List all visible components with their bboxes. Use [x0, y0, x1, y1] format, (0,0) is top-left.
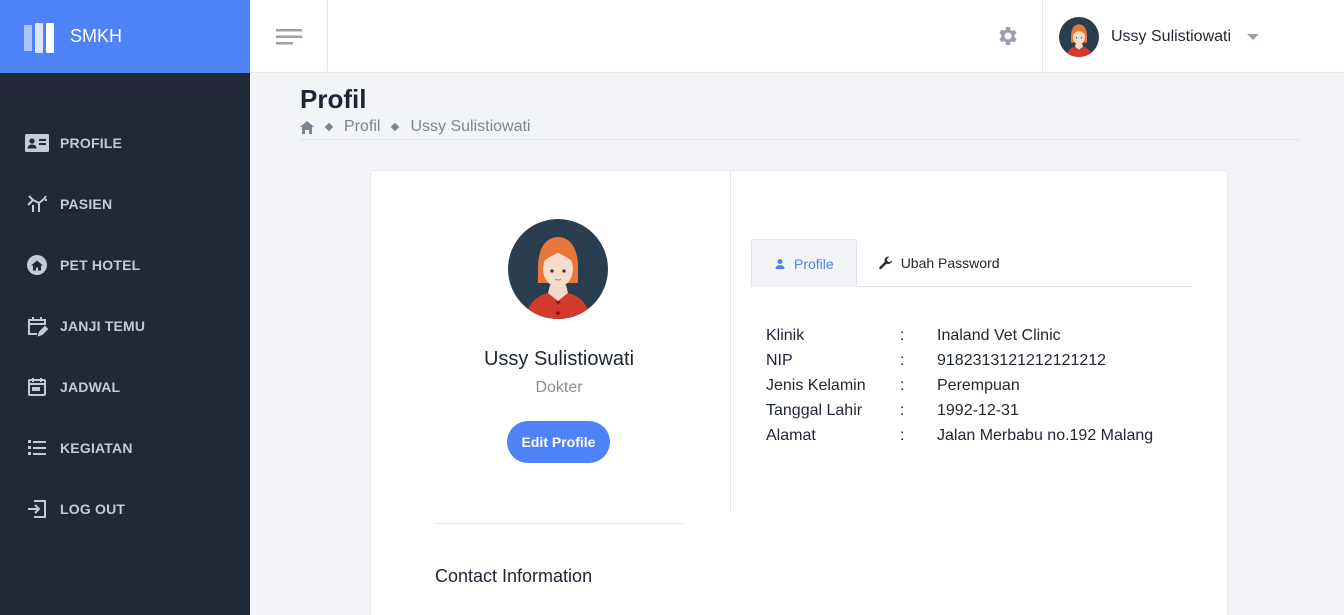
- top-bar: Ussy Sulistiowati: [250, 0, 1344, 73]
- sidebar: SMKH PROFILE PASIEN PET HOTEL JANJI TEMU: [0, 0, 250, 615]
- pet-icon: [25, 192, 49, 216]
- detail-separator: :: [900, 351, 905, 369]
- detail-separator: :: [900, 401, 905, 419]
- sidebar-item-label: PASIEN: [60, 195, 113, 212]
- avatar: [1059, 16, 1099, 57]
- breadcrumb-separator-icon: [324, 122, 334, 132]
- tab-ubah-password[interactable]: Ubah Password: [857, 239, 1022, 287]
- brand[interactable]: SMKH: [0, 0, 250, 73]
- chevron-down-icon: [1247, 33, 1260, 40]
- breadcrumb: Profil Ussy Sulistiowati: [300, 118, 530, 136]
- page-title: Profil: [300, 84, 367, 114]
- detail-row: Alamat : Jalan Merbabu no.192 Malang: [766, 423, 1153, 448]
- id-card-icon: [25, 131, 49, 155]
- detail-key: NIP: [766, 351, 793, 369]
- detail-row: Klinik : Inaland Vet Clinic: [766, 323, 1153, 348]
- wrench-icon: [878, 256, 893, 270]
- profile-details: Klinik : Inaland Vet Clinic NIP : 918231…: [766, 323, 1153, 448]
- tab-profile[interactable]: Profile: [751, 239, 857, 287]
- avatar: [508, 219, 608, 319]
- detail-key: Alamat: [766, 426, 816, 444]
- calendar-icon: [25, 375, 49, 399]
- detail-row: Jenis Kelamin : Perempuan: [766, 373, 1153, 398]
- detail-separator: :: [900, 326, 905, 344]
- contact-information-heading: Contact Information: [435, 566, 593, 586]
- sidebar-item-label: JANJI TEMU: [60, 317, 146, 334]
- detail-key: Jenis Kelamin: [766, 376, 866, 394]
- detail-value: 9182313121212121212: [937, 351, 1107, 369]
- sidebar-item-label: LOG OUT: [60, 500, 126, 517]
- settings-button[interactable]: [995, 24, 1019, 48]
- profile-tabs: Profile Ubah Password: [751, 239, 1193, 287]
- profile-role: Dokter: [535, 379, 583, 396]
- profile-card: Ussy Sulistiowati Dokter Edit Profile Co…: [370, 170, 1228, 615]
- list-icon: [25, 436, 49, 460]
- tab-label: Profile: [794, 255, 834, 272]
- detail-separator: :: [900, 426, 905, 444]
- sidebar-item-label: KEGIATAN: [60, 439, 133, 456]
- detail-key: Klinik: [766, 326, 805, 344]
- sidebar-item-log-out[interactable]: LOG OUT: [0, 478, 250, 539]
- home-icon: [25, 253, 49, 277]
- breadcrumb-item: Ussy Sulistiowati: [410, 118, 531, 135]
- sidebar-item-pet-hotel[interactable]: PET HOTEL: [0, 234, 250, 295]
- menu-toggle-button[interactable]: [250, 0, 328, 73]
- logo-icon: [24, 19, 56, 55]
- profile-summary: Ussy Sulistiowati Dokter Edit Profile: [371, 171, 731, 513]
- detail-separator: :: [900, 376, 905, 394]
- detail-row: NIP : 9182313121212121212: [766, 348, 1153, 373]
- hamburger-icon: [275, 28, 302, 44]
- user-menu[interactable]: Ussy Sulistiowati: [1042, 0, 1344, 73]
- sidebar-nav: PROFILE PASIEN PET HOTEL JANJI TEMU JADW…: [0, 112, 250, 539]
- sidebar-item-pasien[interactable]: PASIEN: [0, 173, 250, 234]
- detail-value: Perempuan: [937, 376, 1020, 394]
- logout-icon: [25, 497, 49, 521]
- sidebar-item-janji-temu[interactable]: JANJI TEMU: [0, 295, 250, 356]
- sidebar-item-label: PET HOTEL: [60, 256, 141, 273]
- user-icon: [774, 258, 786, 270]
- detail-value: 1992-12-31: [937, 401, 1019, 419]
- detail-row: Tanggal Lahir : 1992-12-31: [766, 398, 1153, 423]
- sidebar-item-label: PROFILE: [60, 134, 123, 151]
- sidebar-item-kegiatan[interactable]: KEGIATAN: [0, 417, 250, 478]
- home-icon[interactable]: [300, 120, 314, 134]
- profile-name: Ussy Sulistiowati: [483, 348, 635, 370]
- gear-icon: [999, 27, 1017, 45]
- user-name: Ussy Sulistiowati: [1111, 27, 1232, 45]
- sidebar-item-profile[interactable]: PROFILE: [0, 112, 250, 173]
- breadcrumb-separator-icon: [391, 122, 400, 132]
- calendar-edit-icon: [25, 314, 49, 338]
- detail-key: Tanggal Lahir: [766, 401, 863, 419]
- sidebar-item-jadwal[interactable]: JADWAL: [0, 356, 250, 417]
- sidebar-item-label: JADWAL: [60, 378, 121, 395]
- brand-name: SMKH: [70, 26, 123, 46]
- tab-label: Ubah Password: [900, 255, 1000, 271]
- divider: [300, 139, 1300, 140]
- detail-value: Jalan Merbabu no.192 Malang: [937, 426, 1154, 444]
- detail-value: Inaland Vet Clinic: [937, 326, 1061, 344]
- breadcrumb-item[interactable]: Profil: [344, 118, 380, 136]
- edit-profile-button[interactable]: Edit Profile: [507, 421, 610, 463]
- divider: [434, 523, 683, 524]
